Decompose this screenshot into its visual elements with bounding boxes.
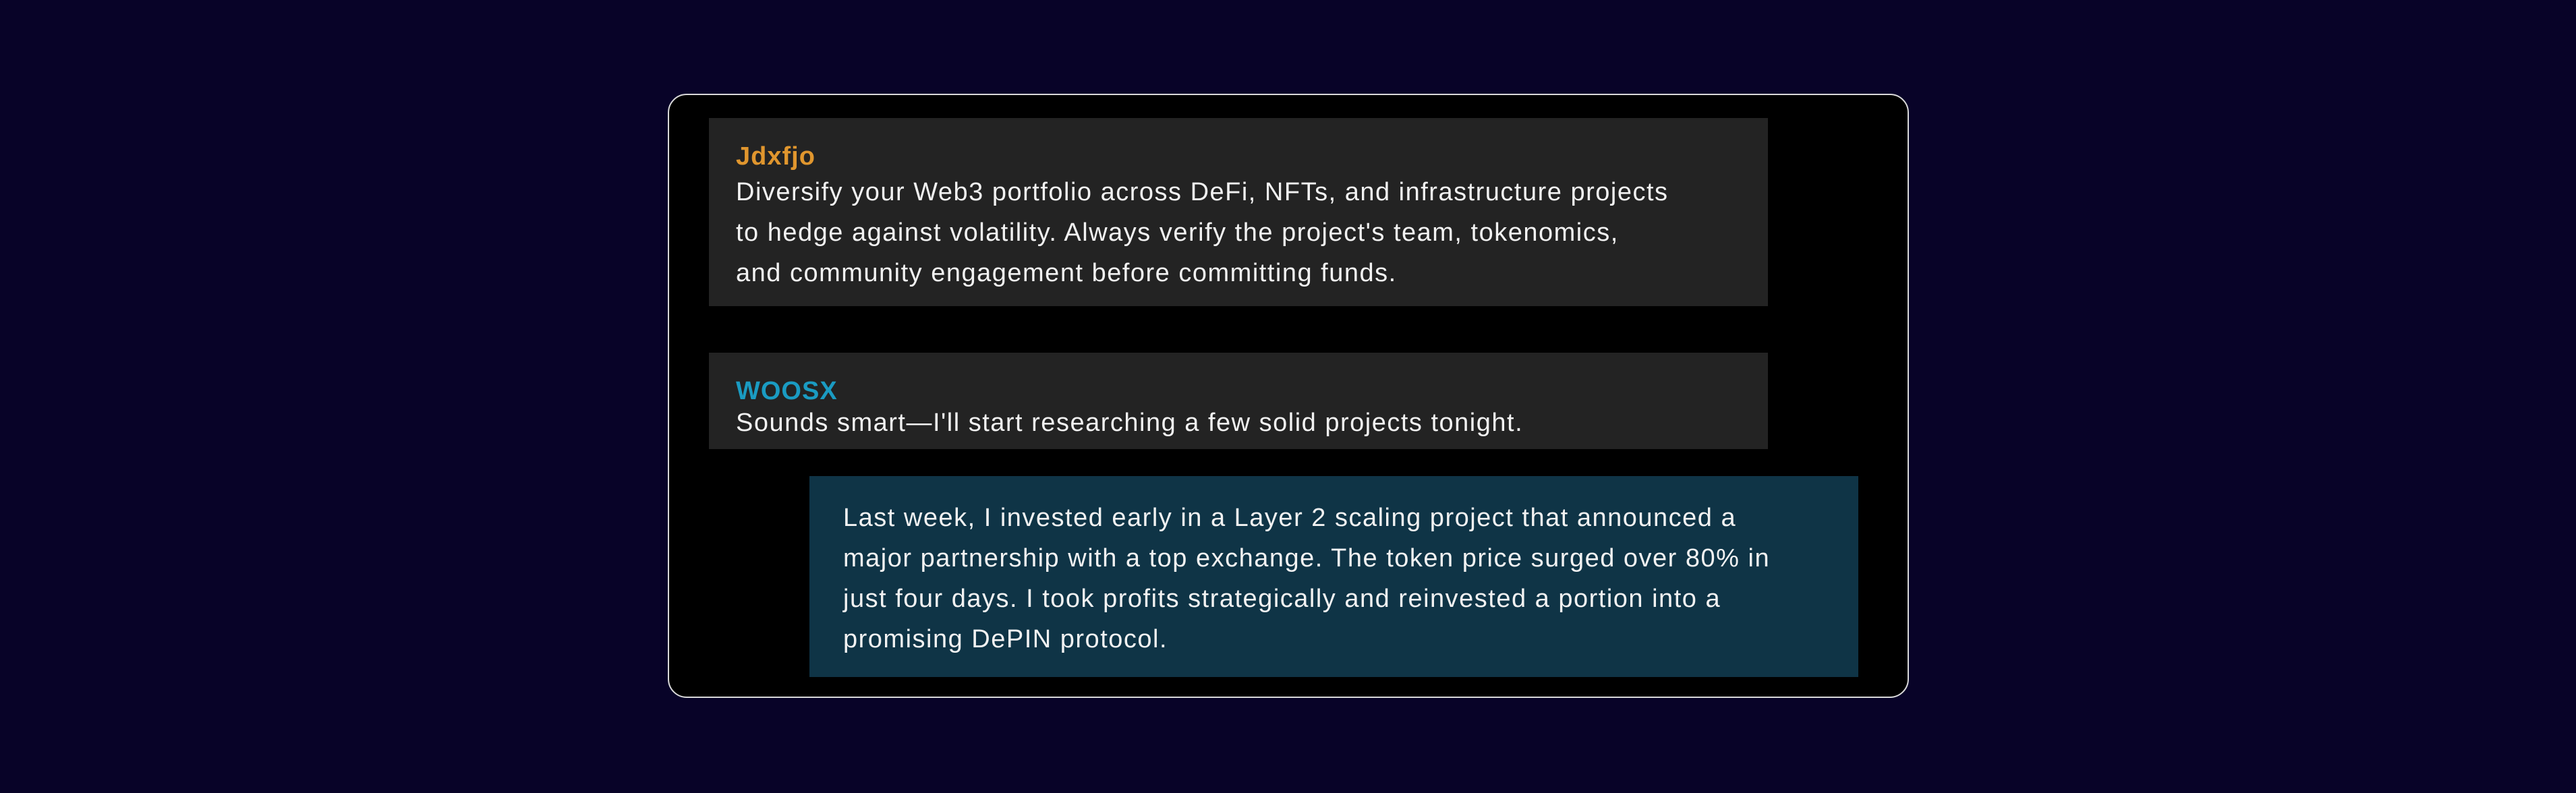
message-text: Last week, I invested early in a Layer 2…	[843, 504, 1771, 653]
message-bubble-incoming[interactable]: Jdxfjo Diversify your Web3 portfolio acr…	[709, 118, 1768, 306]
message-bubble-incoming[interactable]: WOOSX Sounds smart—I'll start researchin…	[709, 353, 1768, 449]
message-author[interactable]: WOOSX	[736, 376, 1741, 407]
message-bubble-outgoing[interactable]: Last week, I invested early in a Layer 2…	[809, 476, 1858, 677]
message-text: Diversify your Web3 portfolio across DeF…	[736, 178, 1669, 287]
message-text: Sounds smart—I'll start researching a fe…	[736, 409, 1524, 437]
chat-window: Jdxfjo Diversify your Web3 portfolio acr…	[668, 94, 1909, 698]
message-author[interactable]: Jdxfjo	[736, 141, 1741, 172]
